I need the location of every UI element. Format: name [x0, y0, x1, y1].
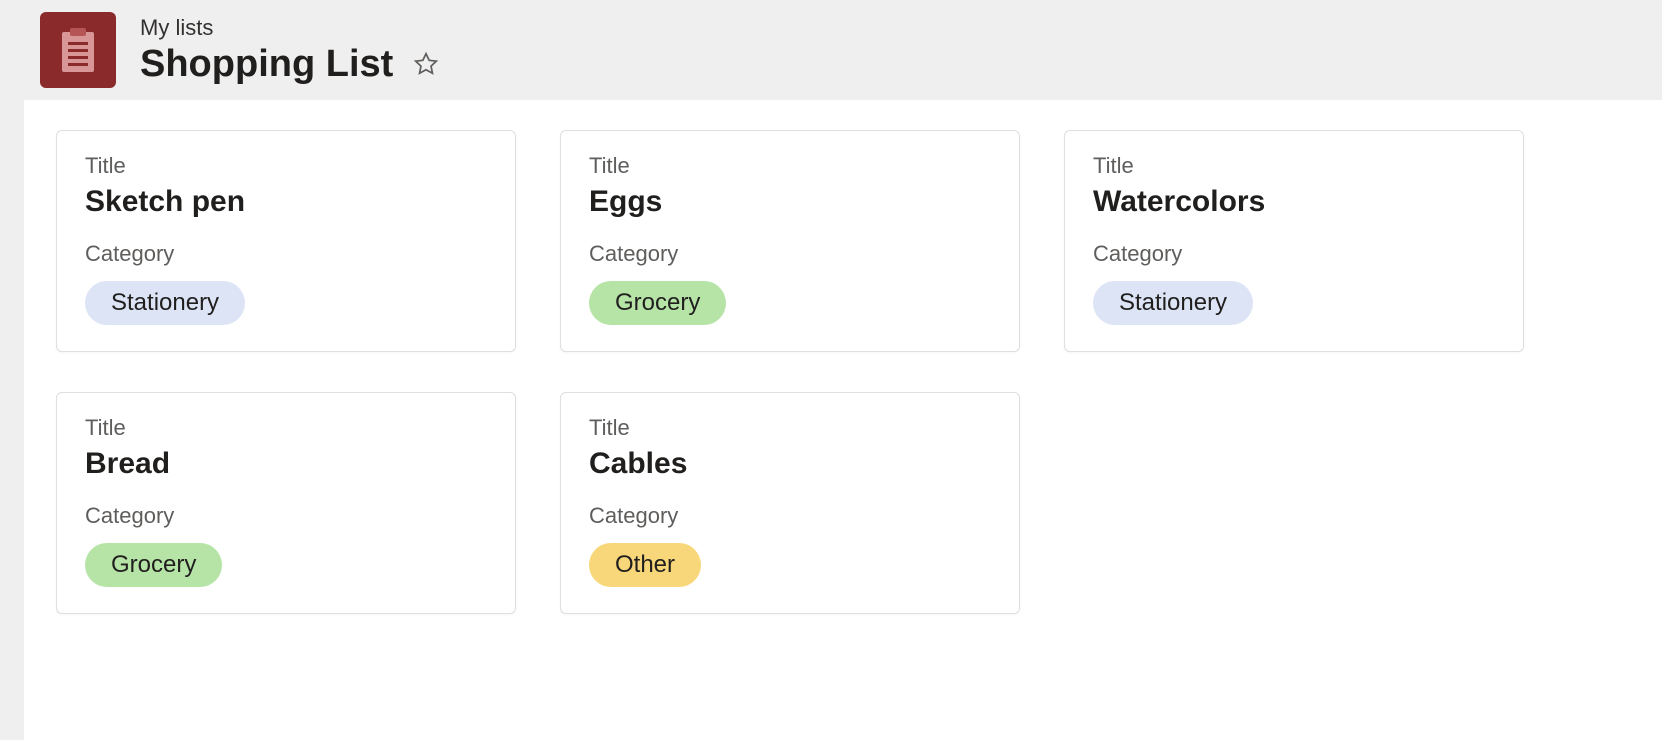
breadcrumb[interactable]: My lists	[140, 15, 443, 41]
card-grid: Title Sketch pen Category Stationery Title Eg…	[56, 130, 1630, 614]
clipboard-icon	[58, 26, 98, 74]
list-card[interactable]: Title Watercolors Category Stationery	[1064, 130, 1524, 352]
item-title: Sketch pen	[85, 185, 487, 219]
category-field-label: Category	[589, 241, 991, 267]
list-card[interactable]: Title Bread Category Grocery	[56, 392, 516, 614]
item-title: Watercolors	[1093, 185, 1495, 219]
title-field-label: Title	[589, 153, 991, 179]
item-title: Bread	[85, 447, 487, 481]
category-pill: Stationery	[85, 281, 245, 325]
category-pill: Grocery	[85, 543, 222, 587]
title-field-label: Title	[589, 415, 991, 441]
category-field-label: Category	[1093, 241, 1495, 267]
favorite-button[interactable]	[409, 47, 443, 81]
title-field-label: Title	[85, 153, 487, 179]
list-card[interactable]: Title Sketch pen Category Stationery	[56, 130, 516, 352]
title-field-label: Title	[1093, 153, 1495, 179]
item-title: Cables	[589, 447, 991, 481]
category-pill: Other	[589, 543, 701, 587]
category-field-label: Category	[85, 241, 487, 267]
list-card[interactable]: Title Cables Category Other	[560, 392, 1020, 614]
list-title: Shopping List	[140, 43, 393, 86]
star-icon	[413, 51, 439, 77]
category-field-label: Category	[589, 503, 991, 529]
category-field-label: Category	[85, 503, 487, 529]
category-pill: Stationery	[1093, 281, 1253, 325]
page-header: My lists Shopping List	[0, 0, 1662, 100]
content-area: Title Sketch pen Category Stationery Title Eg…	[24, 100, 1662, 740]
list-card[interactable]: Title Eggs Category Grocery	[560, 130, 1020, 352]
list-app-icon	[40, 12, 116, 88]
title-field-label: Title	[85, 415, 487, 441]
item-title: Eggs	[589, 185, 991, 219]
category-pill: Grocery	[589, 281, 726, 325]
